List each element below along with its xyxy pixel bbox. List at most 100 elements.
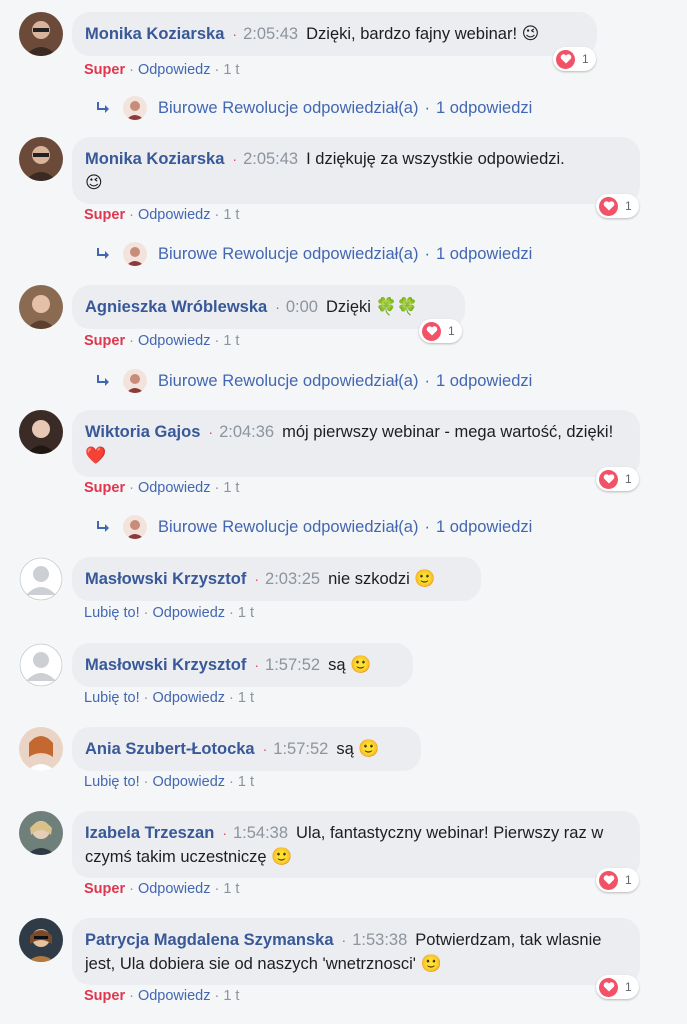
reaction-number: 1: [625, 472, 632, 486]
reaction-count[interactable]: 1: [419, 319, 462, 343]
author-name[interactable]: Monika Koziarska: [85, 150, 224, 168]
comment-actions: Super · Odpowiedz · 1 t: [84, 480, 239, 496]
video-timestamp[interactable]: 1:54:38: [233, 824, 288, 842]
comment-age[interactable]: 1 t: [238, 774, 254, 790]
reaction-count[interactable]: 1: [596, 194, 639, 218]
video-timestamp[interactable]: 1:57:52: [273, 740, 328, 758]
separator-dot: ·: [232, 151, 238, 167]
reaction-count[interactable]: 1: [596, 868, 639, 892]
avatar[interactable]: [19, 410, 63, 454]
comment-text: nie szkodzi: [328, 570, 410, 588]
reply-link[interactable]: Odpowiedz: [138, 207, 211, 223]
view-replies-link[interactable]: Biurowe Rewolucje odpowiedział(a) · 1 odpo…: [96, 515, 532, 539]
reaction-label[interactable]: Super: [84, 480, 125, 496]
separator-dot: ·: [214, 480, 220, 496]
reply-link[interactable]: Odpowiedz: [138, 62, 211, 78]
comment-age[interactable]: 1 t: [223, 881, 239, 897]
comment-age[interactable]: 1 t: [223, 62, 239, 78]
reply-link[interactable]: Odpowiedz: [152, 605, 225, 621]
separator-dot: ·: [129, 62, 134, 78]
separator-dot: ·: [129, 480, 134, 496]
video-timestamp[interactable]: 1:53:38: [352, 931, 407, 949]
like-link[interactable]: Lubię to!: [84, 690, 140, 706]
comment-age[interactable]: 1 t: [223, 207, 239, 223]
reaction-number: 1: [625, 199, 632, 213]
reaction-label[interactable]: Super: [84, 62, 125, 78]
page-avatar: [123, 96, 147, 120]
reply-arrow-icon: [97, 102, 109, 113]
separator-dot: ·: [143, 605, 149, 621]
like-link[interactable]: Lubię to!: [84, 605, 140, 621]
comment-age[interactable]: 1 t: [223, 988, 239, 1004]
reaction-label[interactable]: Super: [84, 333, 125, 349]
reaction-count[interactable]: 1: [596, 975, 639, 999]
author-name[interactable]: Monika Koziarska: [85, 25, 224, 43]
comment-bubble: Masłowski Krzysztof · 2:03:25 nie szkodzi 🙂: [72, 557, 481, 601]
reaction-count[interactable]: 1: [553, 47, 596, 71]
comment-age[interactable]: 1 t: [238, 690, 254, 706]
smile-emoji-icon: 🙂: [358, 739, 380, 759]
reply-arrow-icon: [97, 521, 109, 532]
video-timestamp[interactable]: 2:05:43: [243, 25, 298, 43]
separator-dot: ·: [214, 881, 220, 897]
separator-dot: ·: [229, 690, 234, 706]
view-replies-link[interactable]: Biurowe Rewolucje odpowiedział(a) · 1 odpo…: [96, 369, 532, 393]
reaction-label[interactable]: Super: [84, 207, 125, 223]
separator-dot: ·: [214, 62, 220, 78]
comment-text: są: [328, 656, 346, 674]
separator-dot: ·: [129, 333, 134, 349]
reply-link[interactable]: Odpowiedz: [138, 988, 211, 1004]
separator-dot: ·: [143, 774, 149, 790]
comment-age[interactable]: 1 t: [223, 480, 239, 496]
author-name[interactable]: Agnieszka Wróblewska: [85, 298, 267, 316]
author-name[interactable]: Masłowski Krzysztof: [85, 656, 246, 674]
author-name[interactable]: Izabela Trzeszan: [85, 824, 214, 842]
author-name[interactable]: Patrycja Magdalena Szymanska: [85, 931, 334, 949]
separator-dot: ·: [214, 988, 220, 1004]
reaction-label[interactable]: Super: [84, 988, 125, 1004]
avatar[interactable]: [19, 918, 63, 962]
avatar[interactable]: [19, 643, 63, 687]
view-replies-link[interactable]: Biurowe Rewolucje odpowiedział(a) · 1 odpo…: [96, 96, 532, 120]
comment-actions: Super · Odpowiedz · 1 t: [84, 62, 239, 78]
reply-link[interactable]: Odpowiedz: [152, 774, 225, 790]
comment-text: Dzięki, bardzo fajny webinar!: [306, 25, 518, 43]
separator-dot: ·: [341, 932, 347, 948]
reply-link[interactable]: Odpowiedz: [138, 881, 211, 897]
avatar[interactable]: [19, 137, 63, 181]
heart-icon: [599, 469, 618, 489]
comment-bubble: Patrycja Magdalena Szymanska · 1:53:38 Potw…: [72, 918, 640, 985]
reaction-label[interactable]: Super: [84, 881, 125, 897]
separator-dot: ·: [129, 881, 134, 897]
reaction-count[interactable]: 1: [596, 467, 639, 491]
smile-emoji-icon: 🙂: [271, 847, 293, 867]
video-timestamp[interactable]: 1:57:52: [265, 656, 320, 674]
avatar[interactable]: [19, 557, 63, 601]
comment-age[interactable]: 1 t: [238, 605, 254, 621]
comment-actions: Super · Odpowiedz · 1 t: [84, 988, 239, 1004]
comment-bubble: Izabela Trzeszan · 1:54:38 Ula, fantastyczn…: [72, 811, 640, 878]
separator-dot: ·: [424, 371, 430, 390]
author-name[interactable]: Masłowski Krzysztof: [85, 570, 246, 588]
author-name[interactable]: Wiktoria Gajos: [85, 423, 200, 441]
avatar[interactable]: [19, 811, 63, 855]
avatar[interactable]: [19, 12, 63, 56]
wink-emoji-icon: 😉: [85, 173, 103, 193]
author-name[interactable]: Ania Szubert-Łotocka: [85, 740, 255, 758]
reply-link[interactable]: Odpowiedz: [138, 480, 211, 496]
video-timestamp[interactable]: 2:04:36: [219, 423, 274, 441]
video-timestamp[interactable]: 2:05:43: [243, 150, 298, 168]
replies-count: 1 odpowiedzi: [435, 98, 533, 117]
reply-link[interactable]: Odpowiedz: [138, 333, 211, 349]
reply-link[interactable]: Odpowiedz: [152, 690, 225, 706]
comment-bubble: Ania Szubert-Łotocka · 1:57:52 są 🙂: [72, 727, 421, 771]
smile-emoji-icon: 🙂: [420, 954, 442, 974]
view-replies-link[interactable]: Biurowe Rewolucje odpowiedział(a) · 1 odpo…: [96, 242, 532, 266]
avatar[interactable]: [19, 285, 63, 329]
video-timestamp[interactable]: 2:03:25: [265, 570, 320, 588]
separator-dot: ·: [232, 26, 238, 42]
avatar[interactable]: [19, 727, 63, 771]
comment-age[interactable]: 1 t: [223, 333, 239, 349]
like-link[interactable]: Lubię to!: [84, 774, 140, 790]
video-timestamp[interactable]: 0:00: [286, 298, 318, 316]
